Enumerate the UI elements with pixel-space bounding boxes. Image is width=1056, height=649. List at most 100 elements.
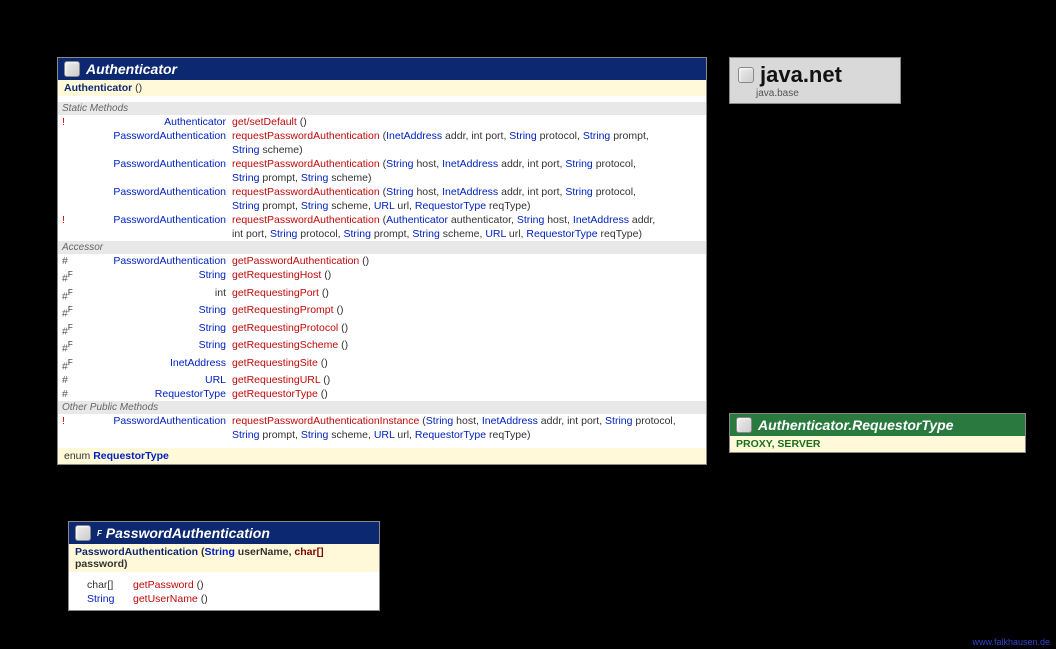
class-header: Authenticator (58, 58, 706, 80)
method-name[interactable]: requestPasswordAuthenticationInstance (232, 415, 419, 427)
class-title: Authenticator.RequestorType (758, 417, 954, 433)
type-ref[interactable]: String (205, 546, 235, 558)
method-row: #FStringgetRequestingProtocol () (58, 321, 706, 339)
type-ref[interactable]: String (565, 186, 592, 198)
type-ref[interactable]: String (301, 172, 328, 184)
enum-box-requestortype: Authenticator.RequestorType PROXY, SERVE… (729, 413, 1026, 453)
method-name[interactable]: getRequestingHost (232, 269, 321, 281)
type-ref[interactable]: URL (205, 374, 226, 386)
type-ref[interactable]: PasswordAuthentication (113, 255, 226, 267)
section-accessor: Accessor (58, 241, 706, 254)
class-title: Authenticator (86, 61, 177, 77)
method-row-cont: String prompt, String scheme, URL url, R… (58, 199, 706, 213)
type-ref[interactable]: URL (485, 228, 506, 240)
type-ref[interactable]: String (199, 304, 226, 316)
type-ref[interactable]: RequestorType (155, 388, 226, 400)
type-ref[interactable]: InetAddress (573, 214, 629, 226)
method-row: PasswordAuthentication requestPasswordAut… (58, 157, 706, 171)
type-ref[interactable]: InetAddress (442, 158, 498, 170)
method-name[interactable]: getRequestingPort (232, 287, 319, 299)
method-row: PasswordAuthentication requestPasswordAut… (58, 185, 706, 199)
type-ref[interactable]: PasswordAuthentication (113, 158, 226, 170)
method-name[interactable]: requestPasswordAuthentication (232, 158, 380, 170)
type-ref[interactable]: String (301, 200, 328, 212)
type-ref[interactable]: String (199, 322, 226, 334)
type-ref[interactable]: String (583, 130, 610, 142)
class-icon (736, 417, 752, 433)
type-ref[interactable]: PasswordAuthentication (113, 186, 226, 198)
type-ref[interactable]: String (232, 200, 259, 212)
method-name[interactable]: getUserName (133, 593, 198, 605)
type-ref[interactable]: URL (374, 429, 395, 441)
type-ref[interactable]: PasswordAuthentication (113, 214, 226, 226)
type-ref[interactable]: String (301, 429, 328, 441)
type-ref[interactable]: String (232, 172, 259, 184)
method-row: #URLgetRequestingURL () (58, 373, 706, 387)
type-ref[interactable]: String (565, 158, 592, 170)
method-row: #RequestorTypegetRequestorType () (58, 387, 706, 401)
type-ref[interactable]: URL (374, 200, 395, 212)
package-name: java.net (760, 62, 842, 88)
method-name[interactable]: requestPasswordAuthentication (232, 214, 380, 226)
method-row-cont: String prompt, String scheme) (58, 171, 706, 185)
type-ref[interactable]: RequestorType (526, 228, 597, 240)
type-ref[interactable]: String (605, 415, 632, 427)
type-ref[interactable]: InetAddress (482, 415, 538, 427)
section-static: Static Methods (58, 102, 706, 115)
method-name[interactable]: getRequestorType (232, 388, 318, 400)
enum-keyword: enum (64, 450, 90, 462)
method-row: #FintgetRequestingPort () (58, 286, 706, 304)
method-name[interactable]: getPassword (133, 579, 194, 591)
method-row: !PasswordAuthenticationrequestPasswordAu… (58, 213, 706, 227)
method-name[interactable]: getRequestingSite (232, 357, 318, 369)
method-row: !Authenticatorget/setDefault () (58, 115, 706, 129)
method-row: StringgetUserName () (69, 592, 379, 606)
method-row: !PasswordAuthenticationrequestPasswordAu… (58, 414, 706, 428)
type-ref[interactable]: String (412, 228, 439, 240)
method-name[interactable]: requestPasswordAuthentication (232, 130, 380, 142)
class-header: F PasswordAuthentication (69, 522, 379, 544)
type-ref[interactable]: RequestorType (415, 200, 486, 212)
constructor-row: PasswordAuthentication (String userName,… (69, 544, 379, 572)
enum-link[interactable]: RequestorType (93, 450, 169, 462)
type-ref[interactable]: String (386, 158, 413, 170)
class-box-passwordauthentication: F PasswordAuthentication PasswordAuthent… (68, 521, 380, 611)
method-row: #FInetAddressgetRequestingSite () (58, 356, 706, 374)
method-row-cont: String prompt, String scheme, URL url, R… (58, 428, 706, 442)
type-ref[interactable]: PasswordAuthentication (113, 415, 226, 427)
method-name[interactable]: getRequestingProtocol (232, 322, 338, 334)
method-name[interactable]: requestPasswordAuthentication (232, 186, 380, 198)
type-ref[interactable]: String (426, 415, 453, 427)
type-ref[interactable]: String (509, 130, 536, 142)
type-ref[interactable]: String (199, 269, 226, 281)
method-name[interactable]: getRequestingPrompt (232, 304, 334, 316)
type-ref[interactable]: Authenticator (164, 116, 226, 128)
constructor-name[interactable]: Authenticator (64, 82, 132, 94)
constructor-row: Authenticator () (58, 80, 706, 96)
method-name[interactable]: getPasswordAuthentication (232, 255, 359, 267)
type-ref[interactable]: String (517, 214, 544, 226)
type-ref[interactable]: RequestorType (415, 429, 486, 441)
enum-values: PROXY, SERVER (730, 436, 1025, 452)
type-ref[interactable]: PasswordAuthentication (113, 130, 226, 142)
class-icon (75, 525, 91, 541)
type-ref[interactable]: InetAddress (442, 186, 498, 198)
section-other: Other Public Methods (58, 401, 706, 414)
nested-enum-row: enum RequestorType (58, 448, 706, 464)
method-name[interactable]: getRequestingScheme (232, 339, 338, 351)
type-ref[interactable]: String (232, 429, 259, 441)
method-row: #PasswordAuthenticationgetPasswordAuthen… (58, 254, 706, 268)
type-ref[interactable]: String (344, 228, 371, 240)
type-ref[interactable]: Authenticator (386, 214, 448, 226)
type-ref[interactable]: String (270, 228, 297, 240)
type-ref[interactable]: String (232, 144, 259, 156)
type-ref[interactable]: String (199, 339, 226, 351)
method-name[interactable]: getRequestingURL (232, 374, 320, 386)
method-name[interactable]: get/setDefault (232, 116, 297, 128)
type-ref[interactable]: InetAddress (170, 357, 226, 369)
type-ref[interactable]: InetAddress (386, 130, 442, 142)
type-ref[interactable]: String (386, 186, 413, 198)
constructor-name[interactable]: PasswordAuthentication (75, 546, 198, 558)
type-ref[interactable]: String (87, 593, 114, 605)
footer-link[interactable]: www.falkhausen.de (972, 637, 1050, 647)
